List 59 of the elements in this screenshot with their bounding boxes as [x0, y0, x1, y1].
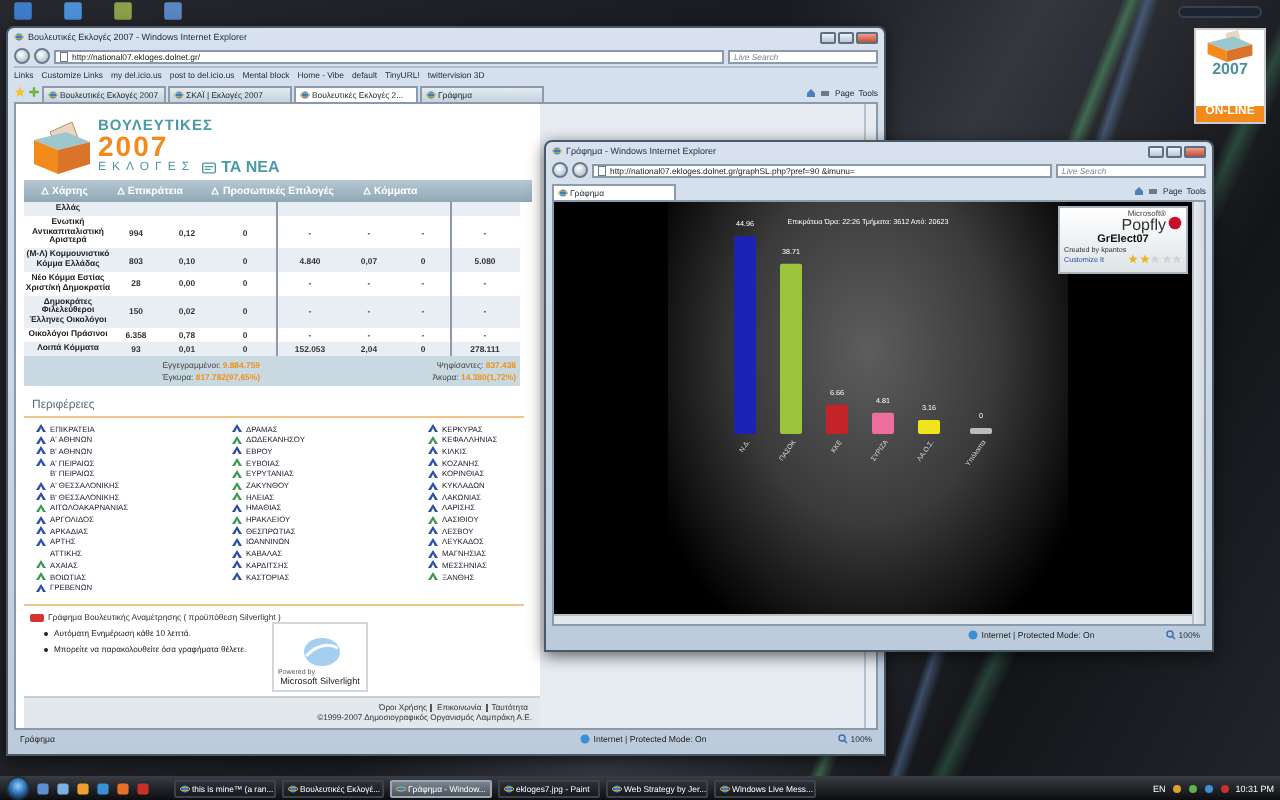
browser-icon — [612, 783, 622, 793]
desktop-shortcut-icon[interactable] — [162, 0, 184, 22]
chart-bar — [872, 412, 894, 434]
maximize-button[interactable] — [1166, 145, 1182, 157]
chart-bar — [970, 428, 992, 434]
page-icon — [598, 165, 606, 175]
browser-icon — [14, 32, 24, 42]
magnifier-icon — [838, 734, 849, 744]
newspaper-icon — [201, 162, 216, 174]
start-button[interactable] — [6, 776, 30, 800]
forward-button[interactable] — [34, 48, 50, 64]
new-badge-icon — [30, 613, 44, 622]
back-button[interactable] — [552, 162, 568, 178]
menu-item-icon — [361, 186, 372, 196]
horizontal-scrollbar[interactable] — [554, 614, 1192, 624]
browser-icon — [720, 783, 730, 793]
browser-icon — [48, 90, 58, 100]
browser-icon — [396, 783, 406, 793]
minimize-button[interactable] — [1148, 145, 1164, 157]
logo-year: 2007 — [98, 132, 169, 160]
browser-icon — [558, 188, 568, 198]
magnifier-icon — [1166, 630, 1177, 640]
brand-name: Popfly — [1121, 218, 1166, 234]
minimize-button[interactable] — [820, 31, 836, 43]
menu-item-icon — [40, 186, 50, 196]
back-button[interactable] — [14, 48, 30, 64]
browser-icon — [504, 783, 514, 793]
home-icon[interactable] — [806, 87, 817, 97]
globe-icon — [579, 734, 590, 744]
browser-icon — [174, 90, 184, 100]
star-icon[interactable] — [14, 86, 26, 98]
printer-icon[interactable] — [820, 87, 831, 97]
desktop-shortcut-icon[interactable] — [12, 0, 34, 22]
forward-button[interactable] — [572, 162, 588, 178]
home-icon[interactable] — [1134, 185, 1145, 195]
menu-item-icon — [210, 186, 221, 196]
chart-bar — [826, 404, 848, 434]
ballot-box-drawing — [32, 120, 92, 176]
page-icon — [60, 51, 68, 61]
ballot-box-drawing — [1206, 30, 1254, 62]
maximize-button[interactable] — [838, 31, 854, 43]
browser-icon — [552, 146, 562, 156]
desktop-shortcut-icon[interactable] — [112, 0, 134, 22]
browser-icon — [300, 90, 310, 100]
printer-icon[interactable] — [1148, 185, 1159, 195]
browser-icon — [426, 90, 436, 100]
gadget-year: 2007 — [1212, 62, 1248, 78]
vertical-scrollbar[interactable] — [1192, 202, 1204, 624]
silverlight-logo-icon — [298, 636, 342, 669]
globe-icon — [967, 630, 978, 640]
desktop-shortcut-icon[interactable] — [62, 0, 84, 22]
close-button[interactable] — [1184, 145, 1206, 157]
browser-icon — [288, 783, 298, 793]
brand-name: ΤΑ ΝΕΑ — [221, 160, 280, 176]
chart-bar — [918, 420, 940, 434]
browser-icon — [180, 783, 190, 793]
menu-item-icon — [115, 186, 126, 196]
close-button[interactable] — [856, 31, 878, 43]
popfly-logo-icon — [1168, 215, 1182, 229]
